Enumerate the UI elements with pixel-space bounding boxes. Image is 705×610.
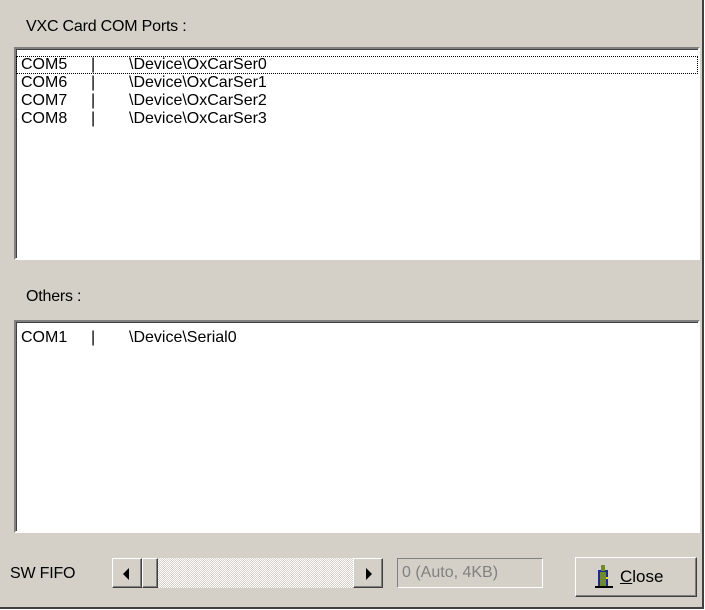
list-item[interactable]: COM8 | \Device\OxCarSer3 <box>16 110 698 128</box>
others-listbox[interactable]: COM1 | \Device\Serial0 <box>14 320 700 533</box>
separator: | <box>91 329 96 346</box>
com-ports-dialog: VXC Card COM Ports : COM5 | \Device\OxCa… <box>0 0 704 609</box>
list-item[interactable]: COM5 | \Device\OxCarSer0 <box>16 56 698 74</box>
port-name: COM7 <box>21 92 68 109</box>
arrow-left-icon <box>123 568 129 580</box>
sw-fifo-slider[interactable] <box>112 558 383 588</box>
others-label: Others : <box>26 288 82 305</box>
port-name: COM8 <box>21 110 68 127</box>
vxc-ports-label: VXC Card COM Ports : <box>26 18 187 35</box>
device-path: \Device\OxCarSer1 <box>129 74 267 91</box>
port-name: COM5 <box>21 56 68 73</box>
device-path: \Device\OxCarSer2 <box>129 92 267 109</box>
door-exit-icon <box>594 564 614 590</box>
arrow-right-icon <box>366 568 372 580</box>
list-item[interactable]: COM1 | \Device\Serial0 <box>16 329 698 347</box>
separator: | <box>91 74 96 91</box>
scroll-left-button[interactable] <box>112 558 142 588</box>
list-item[interactable]: COM6 | \Device\OxCarSer1 <box>16 74 698 92</box>
close-button[interactable]: Close <box>575 557 697 597</box>
scroll-right-button[interactable] <box>353 558 383 588</box>
scroll-thumb[interactable] <box>142 558 158 588</box>
separator: | <box>91 56 96 73</box>
sw-fifo-label: SW FIFO <box>10 565 76 582</box>
device-path: \Device\OxCarSer3 <box>129 110 267 127</box>
sw-fifo-value-field: 0 (Auto, 4KB) <box>397 558 543 588</box>
close-label: Close <box>620 567 664 586</box>
separator: | <box>91 110 96 127</box>
port-name: COM1 <box>21 329 68 346</box>
port-name: COM6 <box>21 74 68 91</box>
separator: | <box>91 92 96 109</box>
device-path: \Device\Serial0 <box>129 329 237 346</box>
vxc-ports-listbox[interactable]: COM5 | \Device\OxCarSer0 COM6 | \Device\… <box>14 47 700 260</box>
device-path: \Device\OxCarSer0 <box>129 56 267 73</box>
list-item[interactable]: COM7 | \Device\OxCarSer2 <box>16 92 698 110</box>
